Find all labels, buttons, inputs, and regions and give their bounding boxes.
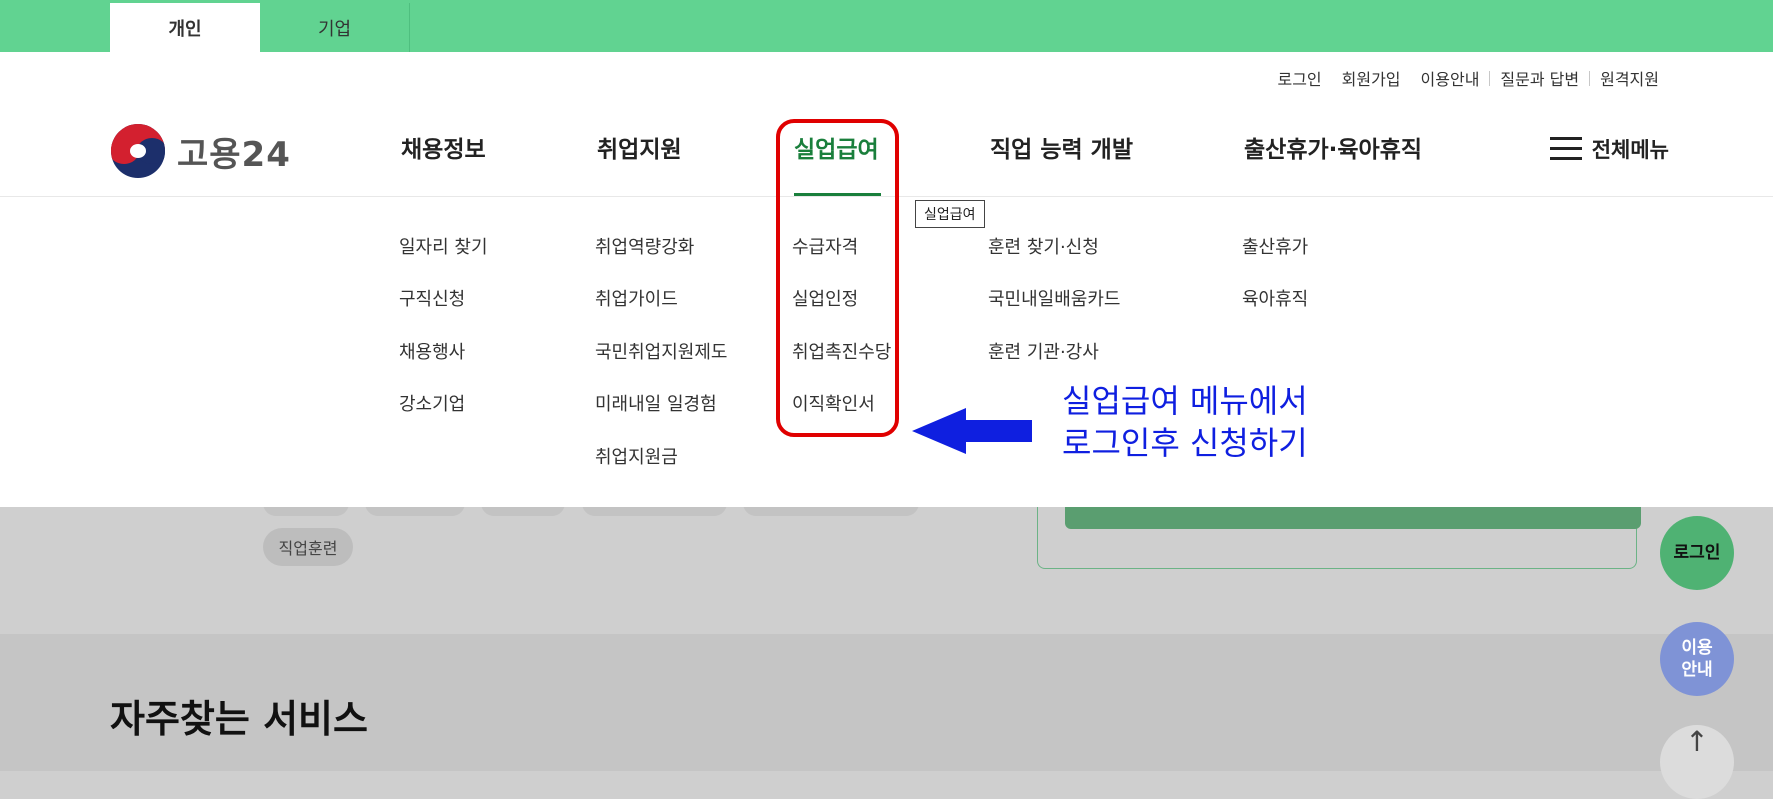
hover-tooltip: 실업급여: [915, 200, 985, 228]
floating-guide-button[interactable]: 이용 안내: [1660, 622, 1734, 696]
submenu-learning-card[interactable]: 국민내일배움카드: [988, 285, 1120, 311]
utility-links: 로그인 회원가입 이용안내 질문과 답변 원격지원: [1267, 66, 1669, 90]
annotation-line-2: 로그인후 신청하기: [1062, 424, 1308, 462]
logo-text: 고용24: [177, 134, 291, 175]
submenu-subsidy[interactable]: 취업지원금: [595, 443, 678, 469]
submenu-maternity-leave[interactable]: 출산휴가: [1242, 233, 1308, 259]
guide-line-1: 이용: [1681, 638, 1713, 658]
submenu-training-institutes[interactable]: 훈련 기관·강사: [988, 338, 1099, 364]
submenu-national-support[interactable]: 국민취업지원제도: [595, 338, 727, 364]
all-menu-label: 전체메뉴: [1591, 138, 1669, 162]
submenu-strong-sme[interactable]: 강소기업: [399, 390, 465, 416]
top-tab-bar: 개인 기업: [0, 0, 1773, 52]
util-signup-link[interactable]: 회원가입: [1332, 66, 1411, 90]
submenu-parental-leave[interactable]: 육아휴직: [1242, 285, 1308, 311]
guide-line-2: 안내: [1681, 660, 1713, 680]
login-card-button[interactable]: [1065, 507, 1641, 529]
tag-vocational-training[interactable]: 직업훈련: [263, 528, 353, 566]
arrow-up-icon: ↑: [1685, 725, 1709, 758]
annotation-line-1: 실업급여 메뉴에서: [1062, 382, 1308, 420]
submenu-job-fair[interactable]: 채용행사: [399, 338, 465, 364]
util-login-link[interactable]: 로그인: [1267, 66, 1331, 90]
hamburger-icon: [1549, 137, 1582, 161]
submenu-work-experience[interactable]: 미래내일 일경험: [595, 390, 717, 416]
highlight-box: [776, 119, 899, 437]
gnb-parental-leave[interactable]: 출산휴가·육아휴직: [1244, 130, 1422, 164]
annotation-text: 실업급여 메뉴에서 로그인후 신청하기: [1062, 380, 1308, 464]
gnb-vocational-development[interactable]: 직업 능력 개발: [990, 130, 1133, 164]
scroll-top-button[interactable]: ↑: [1660, 725, 1734, 799]
taegeuk-logo-icon: [111, 124, 165, 178]
section-title: 자주찾는 서비스: [110, 697, 368, 741]
tab-business[interactable]: 기업: [260, 3, 410, 52]
util-guide-link[interactable]: 이용안내: [1411, 66, 1490, 90]
util-qna-link[interactable]: 질문과 답변: [1490, 66, 1589, 90]
all-menu-button[interactable]: 전체메뉴: [1549, 134, 1669, 164]
left-arrow-icon: [912, 408, 1032, 454]
submenu-guide[interactable]: 취업가이드: [595, 285, 678, 311]
submenu-job-application[interactable]: 구직신청: [399, 285, 465, 311]
gnb-recruitment[interactable]: 채용정보: [401, 130, 486, 164]
tab-personal[interactable]: 개인: [110, 3, 260, 52]
submenu-training-search[interactable]: 훈련 찾기·신청: [988, 233, 1099, 259]
floating-login-button[interactable]: 로그인: [1660, 516, 1734, 590]
gnb-employment-support[interactable]: 취업지원: [597, 130, 682, 164]
submenu-job-search[interactable]: 일자리 찾기: [399, 233, 488, 259]
site-logo[interactable]: 고용24: [111, 124, 291, 178]
util-remote-support-link[interactable]: 원격지원: [1590, 66, 1669, 90]
submenu-capability[interactable]: 취업역량강화: [595, 233, 694, 259]
